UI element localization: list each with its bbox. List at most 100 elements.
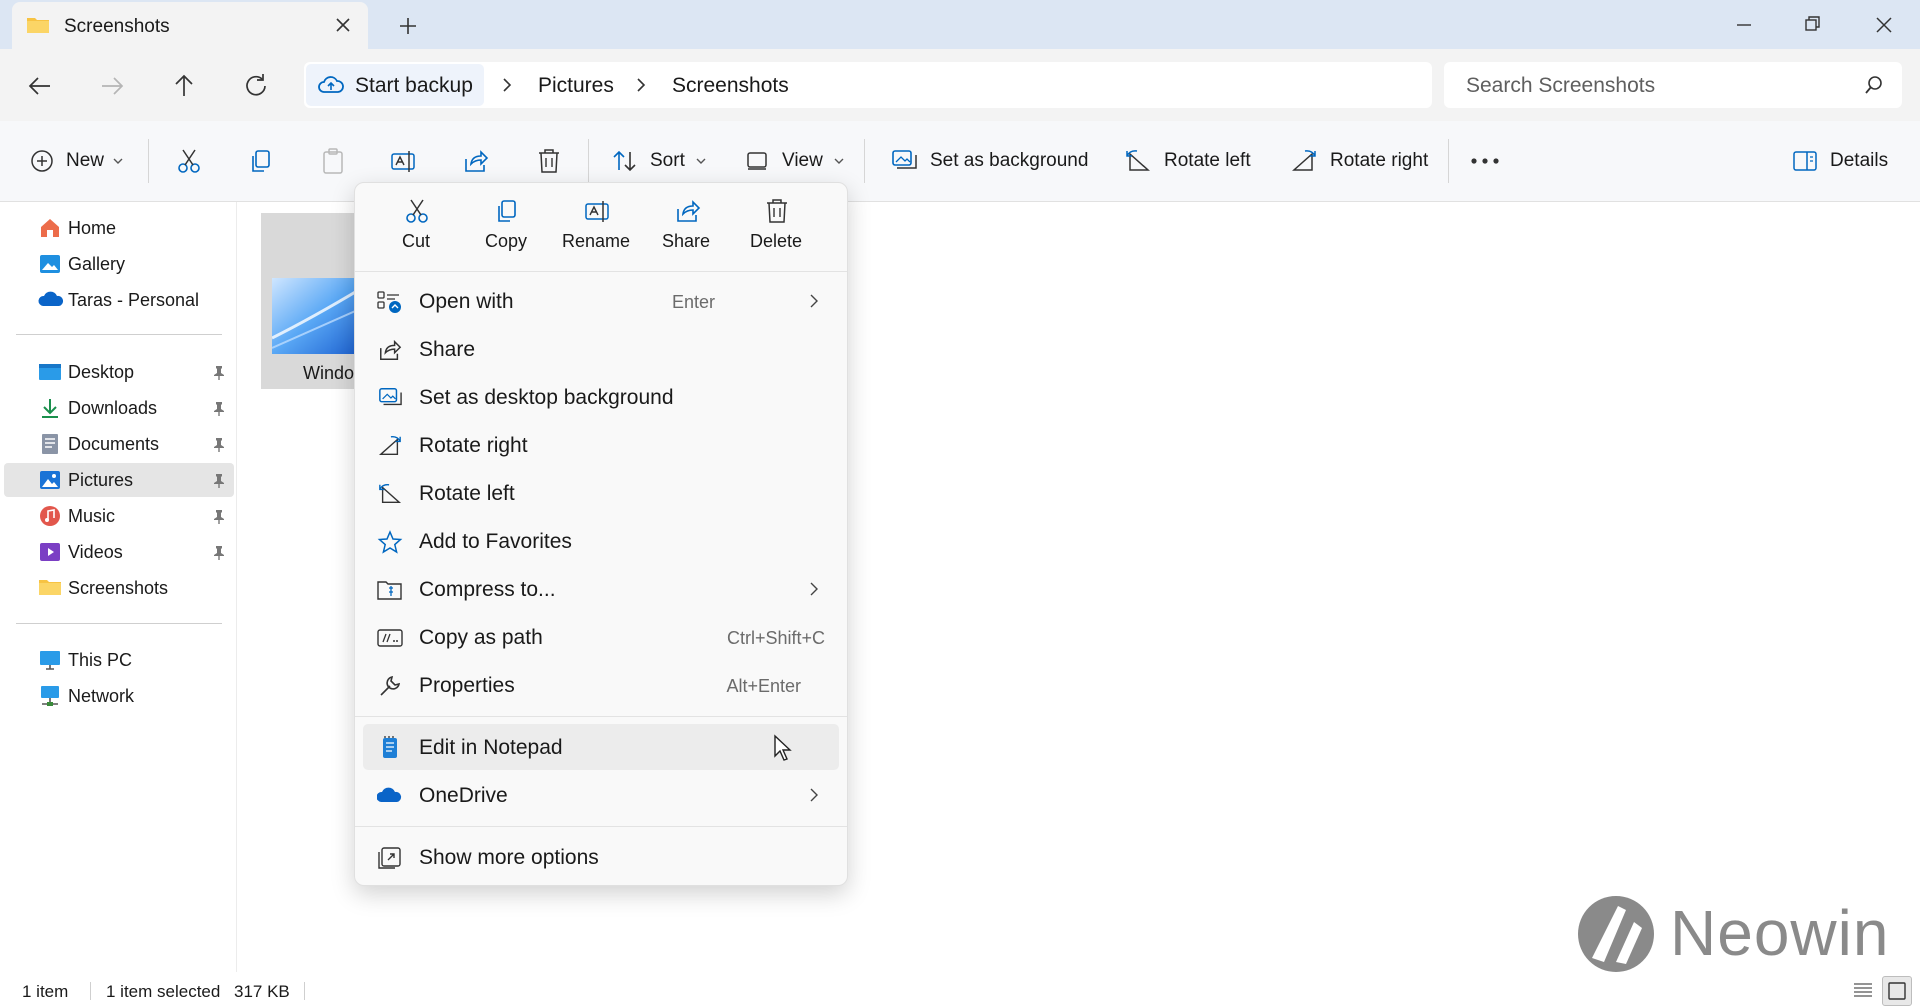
- cut-icon: [176, 147, 202, 175]
- menu-item-shortcut: Enter: [671, 292, 715, 312]
- pin-icon[interactable]: [212, 473, 226, 489]
- file-item[interactable]: Windo: [261, 213, 362, 389]
- desktop-icon: [38, 360, 62, 384]
- new-tab-button[interactable]: [394, 12, 422, 40]
- menu-item-compress-to[interactable]: Compress to...: [363, 566, 839, 612]
- details-view-icon[interactable]: [1852, 980, 1874, 1000]
- copy-path-icon: [377, 626, 403, 650]
- quick-action-rename[interactable]: Rename: [553, 197, 639, 261]
- sidebar-item-videos[interactable]: Videos: [4, 535, 234, 569]
- sidebar-item-label: Taras - Personal: [68, 290, 200, 310]
- sidebar-item-screenshots[interactable]: Screenshots: [4, 571, 234, 605]
- start-backup-crumb[interactable]: Start backup: [306, 64, 484, 106]
- chevron-right-icon[interactable]: [634, 76, 648, 94]
- copy-icon: [494, 197, 520, 225]
- home-icon: [38, 216, 62, 240]
- sidebar-item-music[interactable]: Music: [4, 499, 234, 533]
- tab-screenshots[interactable]: Screenshots: [12, 2, 368, 49]
- cut-icon: [404, 197, 430, 225]
- menu-item-copy-as-path[interactable]: Copy as path Ctrl+Shift+C: [363, 614, 839, 660]
- menu-item-label: Rotate right: [419, 434, 528, 457]
- menu-item-share[interactable]: Share: [363, 326, 839, 372]
- rotate-right-icon: [377, 434, 403, 458]
- background-icon: [377, 386, 403, 410]
- menu-item-properties[interactable]: Properties Alt+Enter: [363, 662, 839, 708]
- menu-item-open-with[interactable]: Open with Enter: [363, 278, 839, 324]
- menu-item-onedrive[interactable]: OneDrive: [363, 772, 839, 818]
- share-icon: [674, 197, 702, 225]
- rename-button[interactable]: [390, 141, 418, 181]
- onedrive-icon: [377, 784, 403, 808]
- chevron-down-icon: [112, 157, 124, 165]
- new-button[interactable]: New: [30, 141, 124, 181]
- sidebar-item-documents[interactable]: Documents: [4, 427, 234, 461]
- view-button[interactable]: View: [746, 141, 845, 181]
- quick-action-delete[interactable]: Delete: [733, 197, 819, 261]
- quick-action-label: Share: [661, 231, 711, 251]
- search-icon[interactable]: [1864, 75, 1884, 95]
- menu-item-set-desktop-background[interactable]: Set as desktop background: [363, 374, 839, 420]
- forward-button[interactable]: [94, 68, 130, 104]
- restore-button[interactable]: [1784, 8, 1840, 42]
- close-window-button[interactable]: [1856, 8, 1912, 42]
- cut-button[interactable]: [176, 141, 202, 181]
- minimize-button[interactable]: [1716, 8, 1772, 42]
- sort-icon: [612, 149, 638, 173]
- paste-button[interactable]: [320, 141, 346, 181]
- pin-icon[interactable]: [212, 509, 226, 525]
- search-input[interactable]: Search Screenshots: [1444, 62, 1902, 108]
- status-divider: [90, 982, 91, 1000]
- address-bar[interactable]: Start backup Pictures Screenshots: [304, 62, 1432, 108]
- sidebar-item-network[interactable]: Network: [4, 679, 234, 713]
- rotate-right-label: Rotate right: [1330, 150, 1429, 171]
- pictures-icon: [38, 468, 62, 492]
- menu-item-edit-in-notepad[interactable]: Edit in Notepad: [363, 724, 839, 770]
- sidebar-item-onedrive[interactable]: Taras - Personal: [4, 283, 234, 317]
- refresh-button[interactable]: [238, 68, 274, 104]
- menu-item-rotate-left[interactable]: Rotate left: [363, 470, 839, 516]
- pc-icon: [38, 648, 62, 672]
- selection-count: 1 item selected: [106, 982, 221, 1001]
- sidebar-item-label: This PC: [68, 650, 133, 670]
- menu-item-add-to-favorites[interactable]: Add to Favorites: [363, 518, 839, 564]
- sidebar-item-this-pc[interactable]: This PC: [4, 643, 234, 677]
- rotate-left-button[interactable]: Rotate left: [1124, 141, 1251, 181]
- chevron-right-icon: [809, 787, 819, 803]
- share-button[interactable]: [462, 141, 490, 181]
- search-placeholder: Search Screenshots: [1466, 74, 1656, 97]
- quick-action-label: Cut: [401, 231, 430, 251]
- menu-item-shortcut: Ctrl+Shift+C: [726, 628, 825, 648]
- sidebar-item-desktop[interactable]: Desktop: [4, 355, 234, 389]
- sidebar-item-label: Music: [68, 506, 116, 526]
- quick-action-copy[interactable]: Copy: [463, 197, 549, 261]
- up-button[interactable]: [166, 68, 202, 104]
- sidebar-item-pictures[interactable]: Pictures: [4, 463, 234, 497]
- pin-icon[interactable]: [212, 545, 226, 561]
- pin-icon[interactable]: [212, 437, 226, 453]
- details-button[interactable]: Details: [1792, 141, 1888, 181]
- menu-item-show-more-options[interactable]: Show more options: [363, 834, 839, 880]
- quick-action-cut[interactable]: Cut: [373, 197, 459, 261]
- copy-button[interactable]: [248, 141, 274, 181]
- quick-action-share[interactable]: Share: [643, 197, 729, 261]
- breadcrumb-pictures[interactable]: Pictures: [538, 74, 614, 98]
- pin-icon[interactable]: [212, 365, 226, 381]
- more-options-button[interactable]: [1470, 141, 1500, 181]
- menu-item-rotate-right[interactable]: Rotate right: [363, 422, 839, 468]
- back-button[interactable]: [22, 68, 58, 104]
- large-icons-view-icon[interactable]: [1882, 976, 1912, 1006]
- sidebar-item-gallery[interactable]: Gallery: [4, 247, 234, 281]
- sidebar-item-downloads[interactable]: Downloads: [4, 391, 234, 425]
- sort-button[interactable]: Sort: [612, 141, 707, 181]
- rotate-right-button[interactable]: Rotate right: [1290, 141, 1428, 181]
- set-as-background-button[interactable]: Set as background: [890, 141, 1088, 181]
- menu-divider: [355, 271, 847, 272]
- menu-item-label: Show more options: [419, 846, 599, 869]
- close-tab-icon[interactable]: [334, 16, 352, 34]
- breadcrumb-screenshots[interactable]: Screenshots: [672, 74, 789, 98]
- sidebar-item-home[interactable]: Home: [4, 211, 234, 245]
- delete-button[interactable]: [536, 141, 562, 181]
- chevron-right-icon[interactable]: [500, 76, 514, 94]
- pin-icon[interactable]: [212, 401, 226, 417]
- share-icon: [377, 338, 403, 362]
